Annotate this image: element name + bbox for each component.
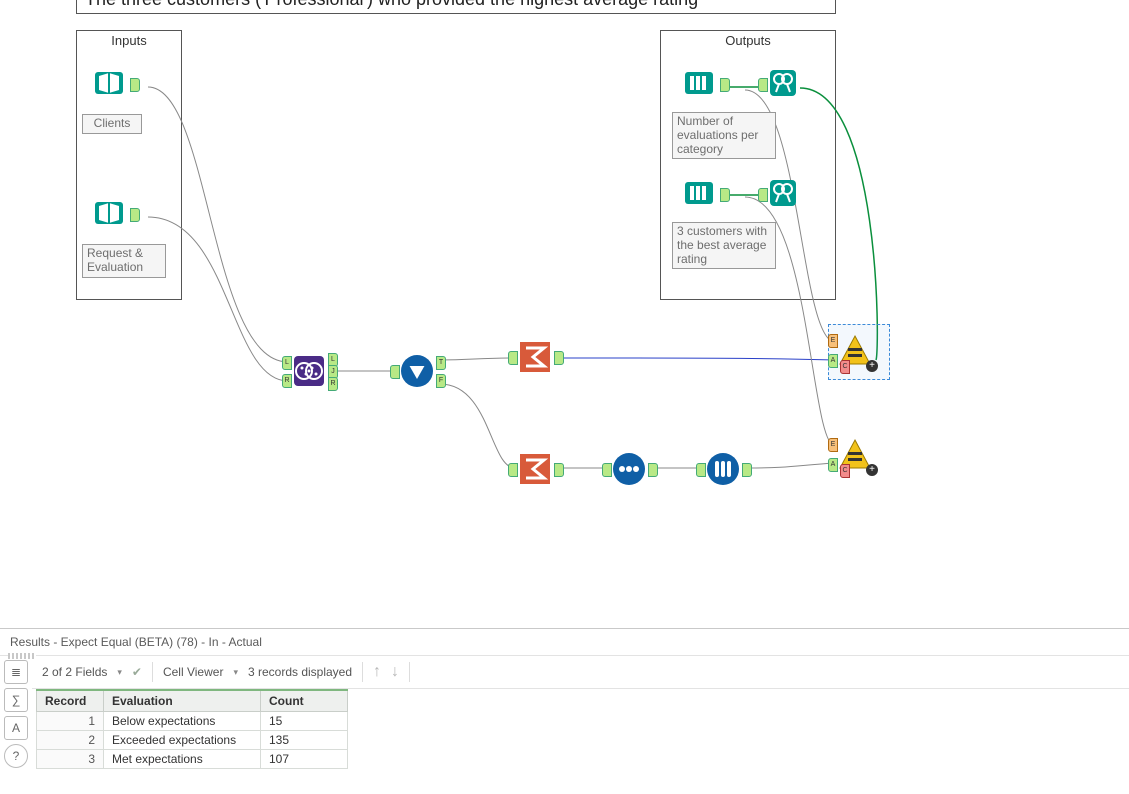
expect-equal-tool-1[interactable]: + E A C [838, 334, 872, 371]
filter-anchor-f[interactable]: F [436, 374, 446, 388]
output-tool-2[interactable] [682, 176, 716, 213]
filter-anchor-t[interactable]: T [436, 356, 446, 370]
filter-anchor-in[interactable] [390, 365, 400, 379]
summarize-tool-2[interactable] [518, 452, 552, 489]
ee1-anchor-a[interactable]: A [828, 354, 838, 368]
cell-record: 3 [37, 750, 104, 769]
ee1-anchor-c[interactable]: C [840, 360, 850, 374]
ee2-anchor-e[interactable]: E [828, 438, 838, 452]
ee2-anchor-a[interactable]: A [828, 458, 838, 472]
summarize2-in[interactable] [508, 463, 518, 477]
toolbar-separator-3 [409, 662, 410, 682]
text-view-icon[interactable]: A [4, 716, 28, 740]
expect-equal-tool-2[interactable]: + E A C [838, 438, 872, 475]
table-row[interactable]: 2 Exceeded expectations 135 [37, 731, 348, 750]
ee1-anchor-e[interactable]: E [828, 334, 838, 348]
sort-in[interactable] [602, 463, 612, 477]
table-row[interactable]: 1 Below expectations 15 [37, 712, 348, 731]
plus-badge-icon: + [866, 360, 878, 372]
join-anchor-out-r[interactable]: R [328, 377, 338, 391]
fields-dropdown-icon[interactable]: ▾ [117, 667, 122, 678]
metadata-view-icon[interactable]: ∑ [4, 688, 28, 712]
workflow-title-box: The three customers ('Professional') who… [76, 0, 836, 14]
sort-tool[interactable] [612, 452, 646, 489]
records-view-icon[interactable]: ≣ [4, 660, 28, 684]
cell-evaluation: Met expectations [104, 750, 261, 769]
cell-record: 1 [37, 712, 104, 731]
summarize-tool-1[interactable] [518, 340, 552, 377]
sample-tool[interactable] [706, 452, 740, 489]
cell-record: 2 [37, 731, 104, 750]
fields-summary[interactable]: 2 of 2 Fields [42, 665, 107, 679]
col-count[interactable]: Count [261, 690, 348, 712]
cell-count: 135 [261, 731, 348, 750]
cell-count: 107 [261, 750, 348, 769]
col-record[interactable]: Record [37, 690, 104, 712]
sort-out[interactable] [648, 463, 658, 477]
filter-tool[interactable]: T F [400, 354, 434, 391]
browse1-in[interactable] [758, 78, 768, 92]
join-anchor-r[interactable]: R [282, 374, 292, 388]
records-summary: 3 records displayed [248, 665, 352, 679]
col-evaluation[interactable]: Evaluation [104, 690, 261, 712]
summarize1-in[interactable] [508, 351, 518, 365]
cell-evaluation: Exceeded expectations [104, 731, 261, 750]
plus-badge-icon: + [866, 464, 878, 476]
output-anchor[interactable] [130, 208, 140, 222]
browse-tool-2[interactable] [768, 178, 798, 211]
input-label-clients: Clients [82, 114, 142, 134]
results-title-text: Results - Expect Equal (BETA) (78) - In … [10, 635, 262, 649]
up-arrow-icon[interactable]: ↑ [373, 663, 381, 681]
results-grid[interactable]: Record Evaluation Count 1 Below expectat… [36, 689, 348, 769]
output-label-2: 3 customers with the best average rating [672, 222, 776, 269]
input-label-request-eval: Request & Evaluation [82, 244, 166, 278]
cell-count: 15 [261, 712, 348, 731]
results-side-icons: ≣ ∑ A ? [0, 656, 32, 772]
join-tool[interactable]: L R L J R [292, 354, 326, 391]
summarize1-out[interactable] [554, 351, 564, 365]
toolbar-separator-2 [362, 662, 363, 682]
ee2-anchor-c[interactable]: C [840, 464, 850, 478]
toolbar-separator [152, 662, 153, 682]
cell-viewer-label[interactable]: Cell Viewer [163, 665, 223, 679]
cell-viewer-dropdown-icon[interactable]: ▾ [233, 667, 238, 678]
cell-evaluation: Below expectations [104, 712, 261, 731]
workflow-canvas[interactable]: The three customers ('Professional') who… [0, 0, 1129, 628]
results-panel: Results - Expect Equal (BETA) (78) - In … [0, 628, 1129, 772]
sample-out[interactable] [742, 463, 752, 477]
join-anchor-l[interactable]: L [282, 356, 292, 370]
results-toolbar: 2 of 2 Fields ▾ ✔ Cell Viewer ▾ 3 record… [32, 656, 1129, 689]
inputs-container-title: Inputs [77, 31, 181, 50]
down-arrow-icon[interactable]: ↓ [391, 663, 399, 681]
outputs-container-title: Outputs [661, 31, 835, 50]
sample-in[interactable] [696, 463, 706, 477]
output-anchor[interactable] [130, 78, 140, 92]
input-tool-request-eval[interactable] [92, 196, 126, 233]
help-icon[interactable]: ? [4, 744, 28, 768]
browse-tool-1[interactable] [768, 68, 798, 101]
output1-anchor[interactable] [720, 78, 730, 92]
output-label-1: Number of evaluations per category [672, 112, 776, 159]
table-header-row: Record Evaluation Count [37, 690, 348, 712]
output2-anchor[interactable] [720, 188, 730, 202]
workflow-title: The three customers ('Professional') who… [85, 0, 698, 9]
panel-grip[interactable] [8, 653, 36, 659]
browse2-in[interactable] [758, 188, 768, 202]
input-tool-clients[interactable] [92, 66, 126, 103]
results-title-bar: Results - Expect Equal (BETA) (78) - In … [0, 629, 1129, 656]
table-row[interactable]: 3 Met expectations 107 [37, 750, 348, 769]
summarize2-out[interactable] [554, 463, 564, 477]
checkmark-icon[interactable]: ✔ [132, 665, 142, 679]
output-tool-1[interactable] [682, 66, 716, 103]
